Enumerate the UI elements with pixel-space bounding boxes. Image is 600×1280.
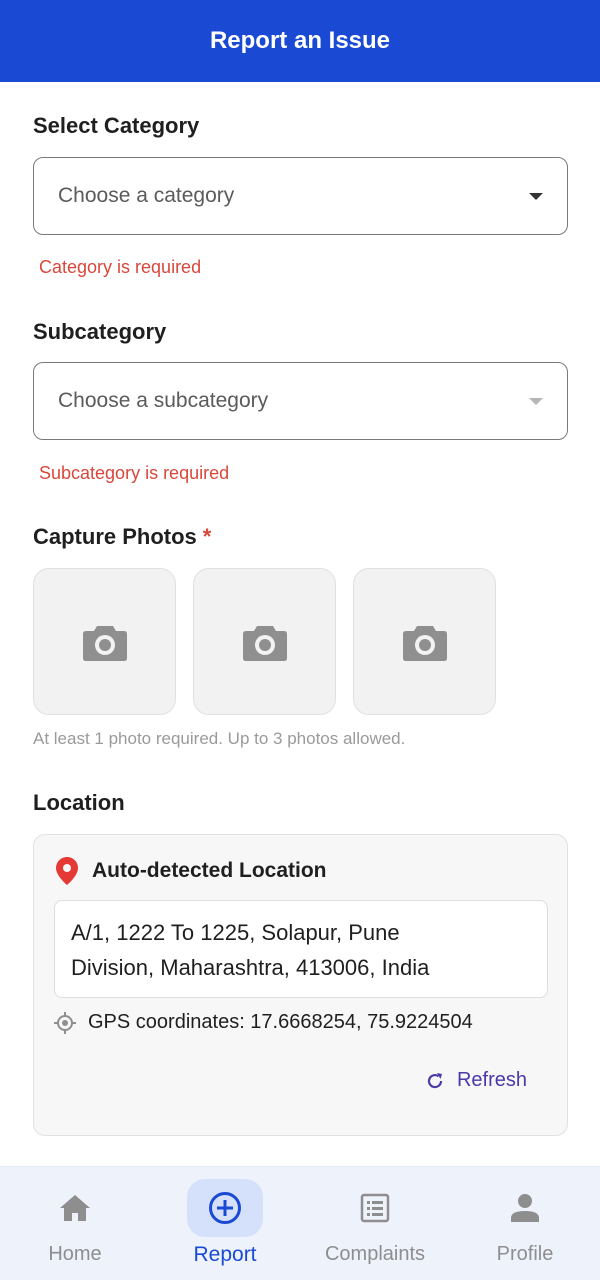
nav-item-complaints[interactable]: Complaints xyxy=(300,1167,450,1280)
gps-coordinates: GPS coordinates: 17.6668254, 75.9224504 xyxy=(88,1011,473,1033)
home-icon xyxy=(60,1195,90,1221)
nav-item-profile[interactable]: Profile xyxy=(450,1167,600,1280)
location-card: Auto-detected Location A/1, 1222 To 1225… xyxy=(33,834,568,1136)
person-icon xyxy=(511,1194,539,1222)
nav-icon-wrap xyxy=(337,1179,413,1237)
nav-label-profile: Profile xyxy=(496,1243,554,1265)
camera-icon xyxy=(402,625,447,661)
location-card-title: Auto-detected Location xyxy=(92,859,327,882)
subcategory-dropdown[interactable]: Choose a subcategory xyxy=(33,362,568,440)
category-error: Category is required xyxy=(39,257,202,277)
gps-row: GPS coordinates: 17.6668254, 75.9224504 xyxy=(54,1011,473,1034)
address-box: A/1, 1222 To 1225, Solapur, Pune Divisio… xyxy=(54,900,548,998)
nav-label-report: Report xyxy=(193,1243,257,1266)
photos-label-text: Capture Photos xyxy=(33,524,197,549)
dropdown-caret-icon xyxy=(529,397,543,405)
location-card-header: Auto-detected Location xyxy=(56,857,327,885)
photos-hint: At least 1 photo required. Up to 3 photo… xyxy=(33,729,406,748)
photo-slot-1[interactable] xyxy=(33,568,176,715)
app-bar: Report an Issue xyxy=(0,0,600,82)
camera-icon xyxy=(82,625,127,661)
list-document-icon xyxy=(360,1193,390,1223)
category-label: Select Category xyxy=(33,113,200,138)
dropdown-caret-icon xyxy=(529,192,543,200)
location-label: Location xyxy=(33,790,125,815)
map-pin-icon xyxy=(56,857,78,885)
photos-label: Capture Photos * xyxy=(33,524,211,550)
nav-icon-wrap xyxy=(187,1179,263,1237)
address-line-2: Division, Maharashtra, 413006, India xyxy=(71,955,430,980)
camera-icon xyxy=(242,625,287,661)
refresh-icon xyxy=(427,1072,443,1088)
bottom-navigation: Home Report Complaints Profile xyxy=(0,1166,600,1280)
subcategory-placeholder: Choose a subcategory xyxy=(58,389,269,412)
refresh-label: Refresh xyxy=(456,1069,527,1091)
photo-slot-2[interactable] xyxy=(193,568,336,715)
nav-item-report[interactable]: Report xyxy=(150,1167,300,1280)
nav-label-complaints: Complaints xyxy=(324,1243,426,1265)
nav-item-home[interactable]: Home xyxy=(0,1167,150,1280)
photo-slot-3[interactable] xyxy=(353,568,496,715)
subcategory-error: Subcategory is required xyxy=(39,463,230,483)
add-circle-icon xyxy=(209,1192,241,1224)
address-line-1: A/1, 1222 To 1225, Solapur, Pune xyxy=(71,920,400,945)
nav-label-home: Home xyxy=(48,1243,102,1265)
refresh-button[interactable]: Refresh xyxy=(425,1069,527,1092)
category-dropdown[interactable]: Choose a category xyxy=(33,157,568,235)
nav-icon-wrap xyxy=(37,1179,113,1237)
gps-target-icon xyxy=(54,1011,76,1034)
page-title: Report an Issue xyxy=(209,27,391,54)
category-placeholder: Choose a category xyxy=(58,184,235,207)
required-mark: * xyxy=(202,524,212,549)
nav-icon-wrap xyxy=(487,1179,563,1237)
subcategory-label: Subcategory xyxy=(33,319,167,344)
